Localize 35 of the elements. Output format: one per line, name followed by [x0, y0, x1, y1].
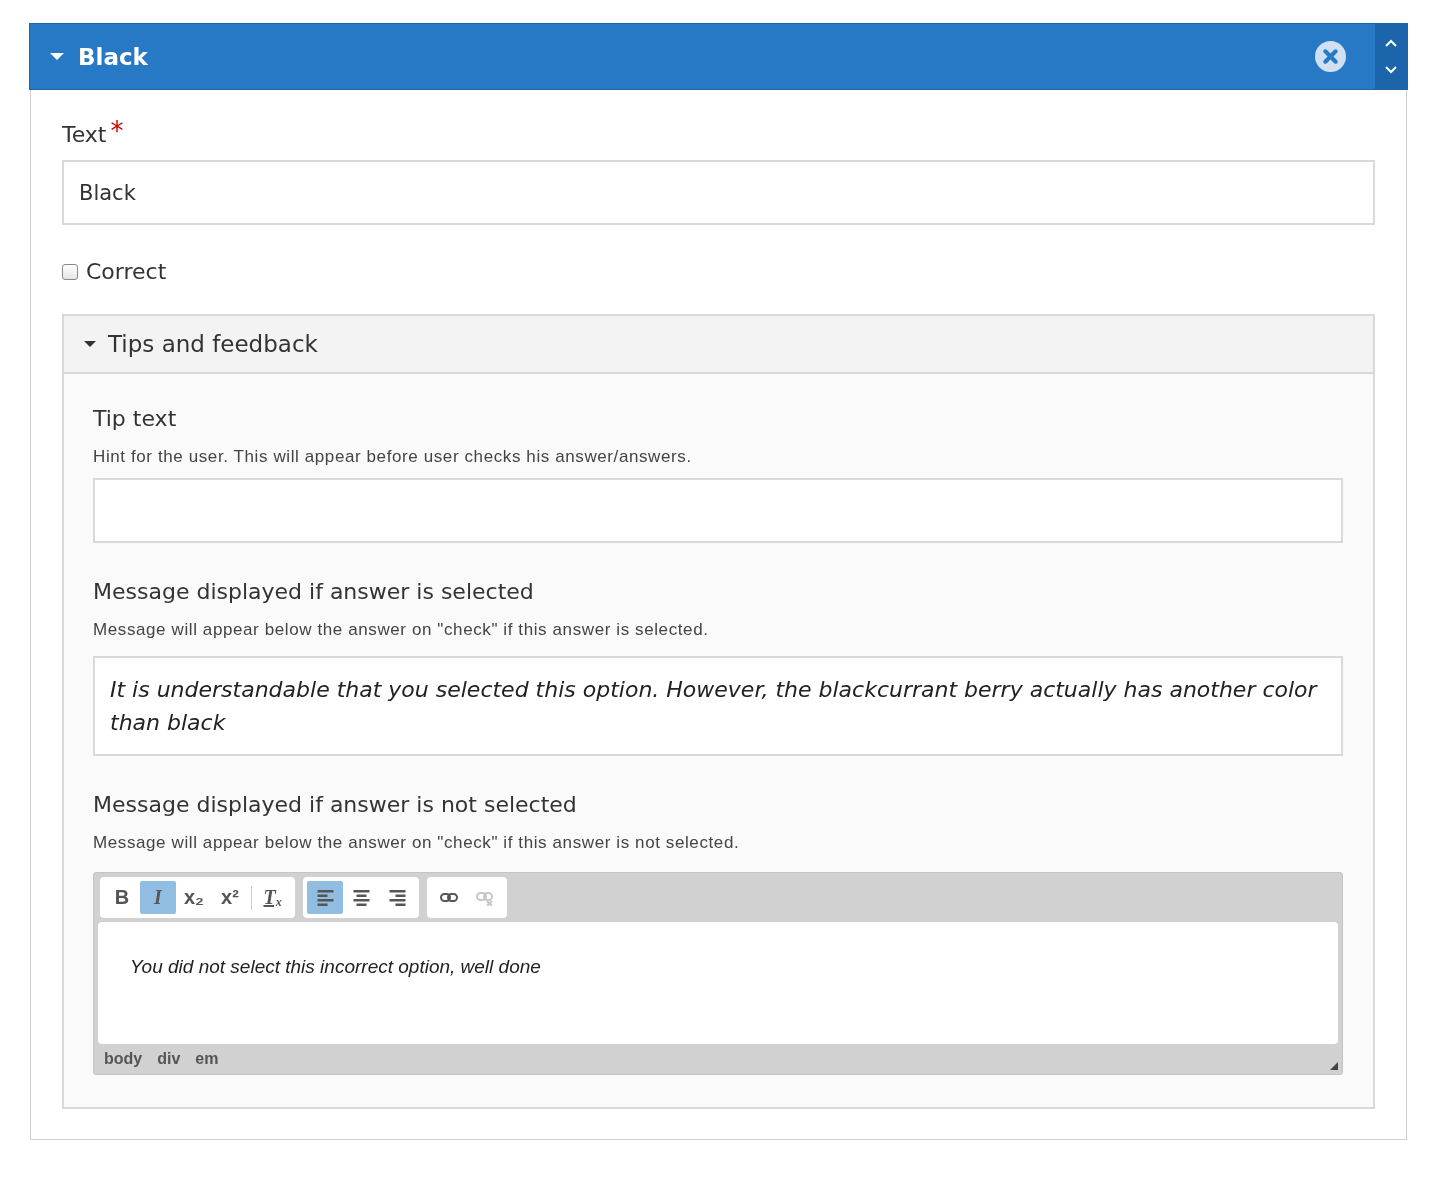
bold-button[interactable]: B	[104, 881, 140, 914]
field-description: Message will appear below the answer on "check" if this answer is selected.	[93, 619, 710, 641]
field-description: Hint for the user. This will appear before user checks his answer/answers.	[93, 446, 693, 468]
checkbox[interactable]	[62, 263, 78, 280]
field-label: Message displayed if answer is not selected	[93, 791, 578, 819]
element-path-item[interactable]: em	[195, 1050, 219, 1068]
message-field[interactable]: It is understandable that you selected this option. However, the blackcurrant berry actually has another color than black	[93, 656, 1343, 756]
field-description: Message will appear below the answer on "check" if this answer is not selected.	[93, 832, 741, 854]
field-label: Text	[62, 121, 107, 149]
subscript-button[interactable]: x₂	[176, 881, 212, 914]
element-path-item[interactable]: body	[104, 1050, 143, 1068]
text-field[interactable]	[93, 478, 1343, 543]
chevron-down-icon[interactable]	[1385, 65, 1397, 74]
resize-handle-icon[interactable]	[1330, 1062, 1338, 1070]
align-left-icon	[316, 889, 334, 906]
chevron-up-icon[interactable]	[1385, 39, 1397, 48]
align-right-icon	[388, 889, 406, 906]
fieldset-title: Tips and feedback	[108, 331, 318, 357]
group-title: Black	[78, 43, 149, 70]
close-icon[interactable]	[1315, 41, 1346, 72]
remove-format-button[interactable]: Tₓ	[255, 881, 291, 914]
checkbox-label: Correct	[86, 259, 167, 284]
field-label: Message displayed if answer is selected	[93, 578, 535, 606]
fieldset-header[interactable]: Tips and feedback	[64, 316, 1373, 372]
align-left-button[interactable]	[307, 881, 343, 914]
align-center-icon	[352, 889, 370, 906]
text-field[interactable]: Black	[62, 160, 1375, 225]
editor-text[interactable]: You did not select this incorrect option, well done	[130, 956, 541, 977]
group-header[interactable]: Black	[29, 23, 1408, 90]
required-mark: *	[110, 120, 124, 142]
unlink-icon	[475, 889, 495, 906]
italic-button[interactable]: I	[140, 881, 176, 914]
superscript-button[interactable]: x²	[212, 881, 248, 914]
element-path-item[interactable]: div	[157, 1050, 181, 1068]
field-label: Tip text	[93, 405, 177, 433]
